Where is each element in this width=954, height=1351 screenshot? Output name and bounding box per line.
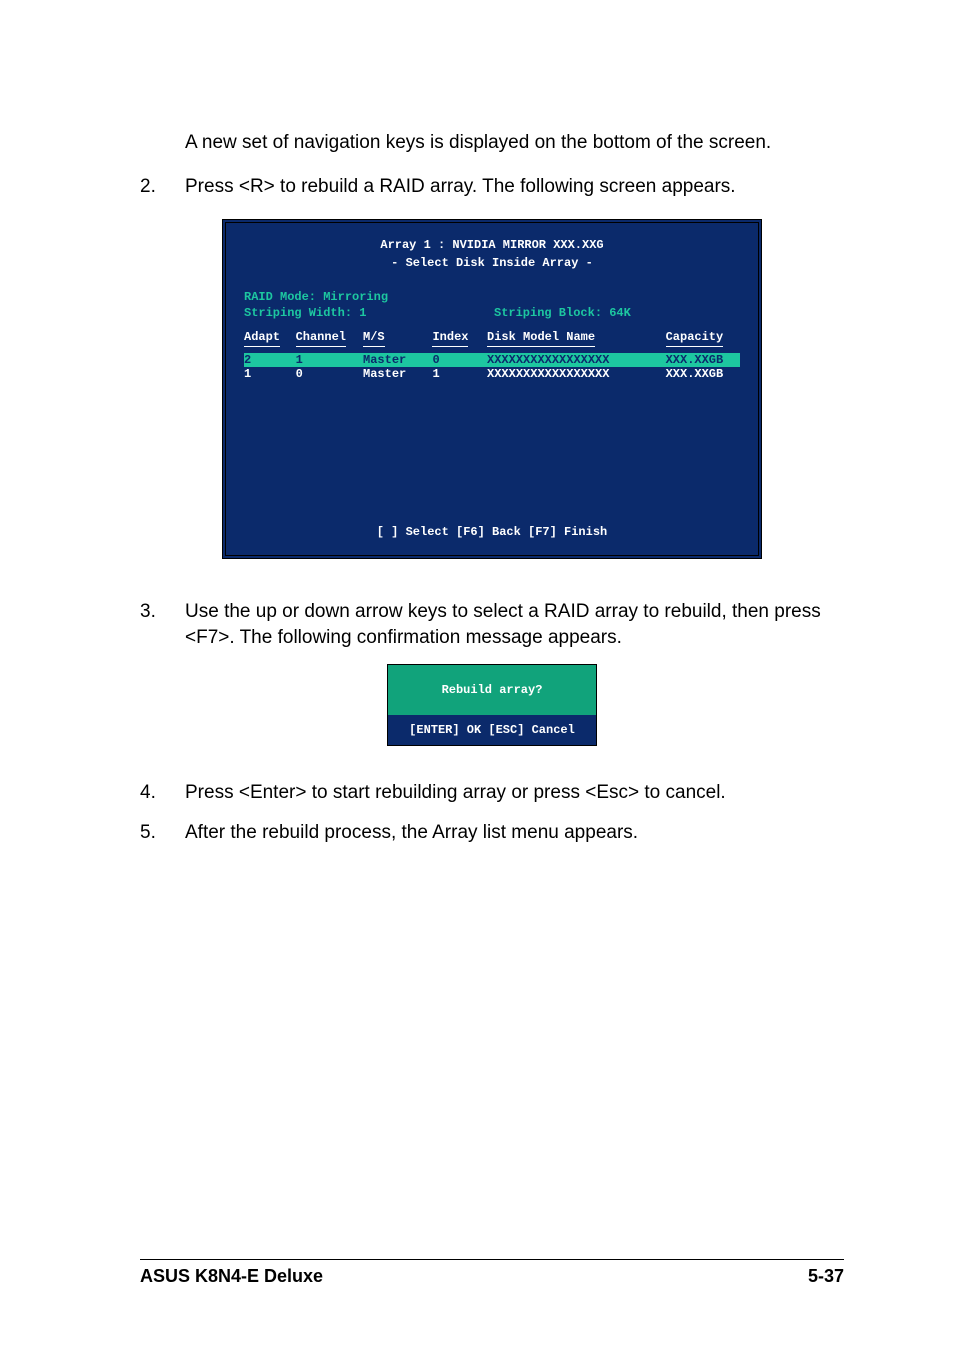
cell-channel: 1 — [296, 353, 363, 367]
lead-paragraph: A new set of navigation keys is displaye… — [185, 130, 844, 156]
step-4: 4. Press <Enter> to start rebuilding arr… — [140, 780, 844, 806]
bios-footer-keys: [ ] Select [F6] Back [F7] Finish — [226, 521, 758, 555]
bios-body: RAID Mode: Mirroring Striping Width: 1 S… — [226, 278, 758, 521]
footer-page-number: 5-37 — [808, 1266, 844, 1287]
step-number: 4. — [140, 780, 185, 806]
cell-model: XXXXXXXXXXXXXXXXX — [487, 353, 666, 367]
col-model: Disk Model Name — [487, 330, 595, 347]
stripe-block: Striping Block: 64K — [494, 306, 631, 320]
confirm-dialog: Rebuild array? [ENTER] OK [ESC] Cancel — [387, 664, 597, 746]
step-number: 2. — [140, 174, 185, 200]
cell-index: 1 — [432, 367, 487, 381]
cell-index: 0 — [432, 353, 487, 367]
cell-channel: 0 — [296, 367, 363, 381]
bios-title-line2: - Select Disk Inside Array - — [226, 255, 758, 272]
bios-screen: Array 1 : NVIDIA MIRROR XXX.XXG - Select… — [222, 219, 762, 559]
cell-capacity: XXX.XXGB — [666, 353, 740, 367]
page-footer: ASUS K8N4-E Deluxe 5-37 — [0, 1259, 954, 1287]
raid-info: RAID Mode: Mirroring Striping Width: 1 S… — [244, 284, 740, 330]
page-content: A new set of navigation keys is displaye… — [0, 0, 954, 846]
col-capacity: Capacity — [666, 330, 724, 347]
cell-adapt: 1 — [244, 367, 296, 381]
cell-model: XXXXXXXXXXXXXXXXX — [487, 367, 666, 381]
step-number: 5. — [140, 820, 185, 846]
table-header-row: Adapt Channel M/S Index Disk Model Name … — [244, 330, 740, 347]
table-row[interactable]: 2 1 Master 0 XXXXXXXXXXXXXXXXX XXX.XXGB — [244, 353, 740, 367]
col-ms: M/S — [363, 330, 385, 347]
step-5: 5. After the rebuild process, the Array … — [140, 820, 844, 846]
cell-adapt: 2 — [244, 353, 296, 367]
step-2: 2. Press <R> to rebuild a RAID array. Th… — [140, 174, 844, 200]
footer-product: ASUS K8N4-E Deluxe — [140, 1266, 323, 1287]
stripe-width: Striping Width: 1 — [244, 306, 494, 320]
table-row[interactable]: 1 0 Master 1 XXXXXXXXXXXXXXXXX XXX.XXGB — [244, 367, 740, 381]
dialog-actions: [ENTER] OK [ESC] Cancel — [388, 715, 596, 745]
cell-capacity: XXX.XXGB — [666, 367, 740, 381]
bios-header: Array 1 : NVIDIA MIRROR XXX.XXG - Select… — [226, 223, 758, 278]
raid-mode: RAID Mode: Mirroring — [244, 290, 740, 304]
cell-ms: Master — [363, 367, 432, 381]
bios-title-line1: Array 1 : NVIDIA MIRROR XXX.XXG — [226, 237, 758, 254]
step-3: 3. Use the up or down arrow keys to sele… — [140, 599, 844, 650]
disk-table: Adapt Channel M/S Index Disk Model Name … — [244, 330, 740, 511]
dialog-question: Rebuild array? — [388, 665, 596, 715]
col-adapt: Adapt — [244, 330, 280, 347]
step-text: Press <Enter> to start rebuilding array … — [185, 780, 844, 806]
step-text: Use the up or down arrow keys to select … — [185, 599, 844, 650]
step-number: 3. — [140, 599, 185, 625]
cell-ms: Master — [363, 353, 432, 367]
step-text: Press <R> to rebuild a RAID array. The f… — [185, 174, 844, 200]
step-text: After the rebuild process, the Array lis… — [185, 820, 844, 846]
col-channel: Channel — [296, 330, 346, 347]
col-index: Index — [432, 330, 468, 347]
